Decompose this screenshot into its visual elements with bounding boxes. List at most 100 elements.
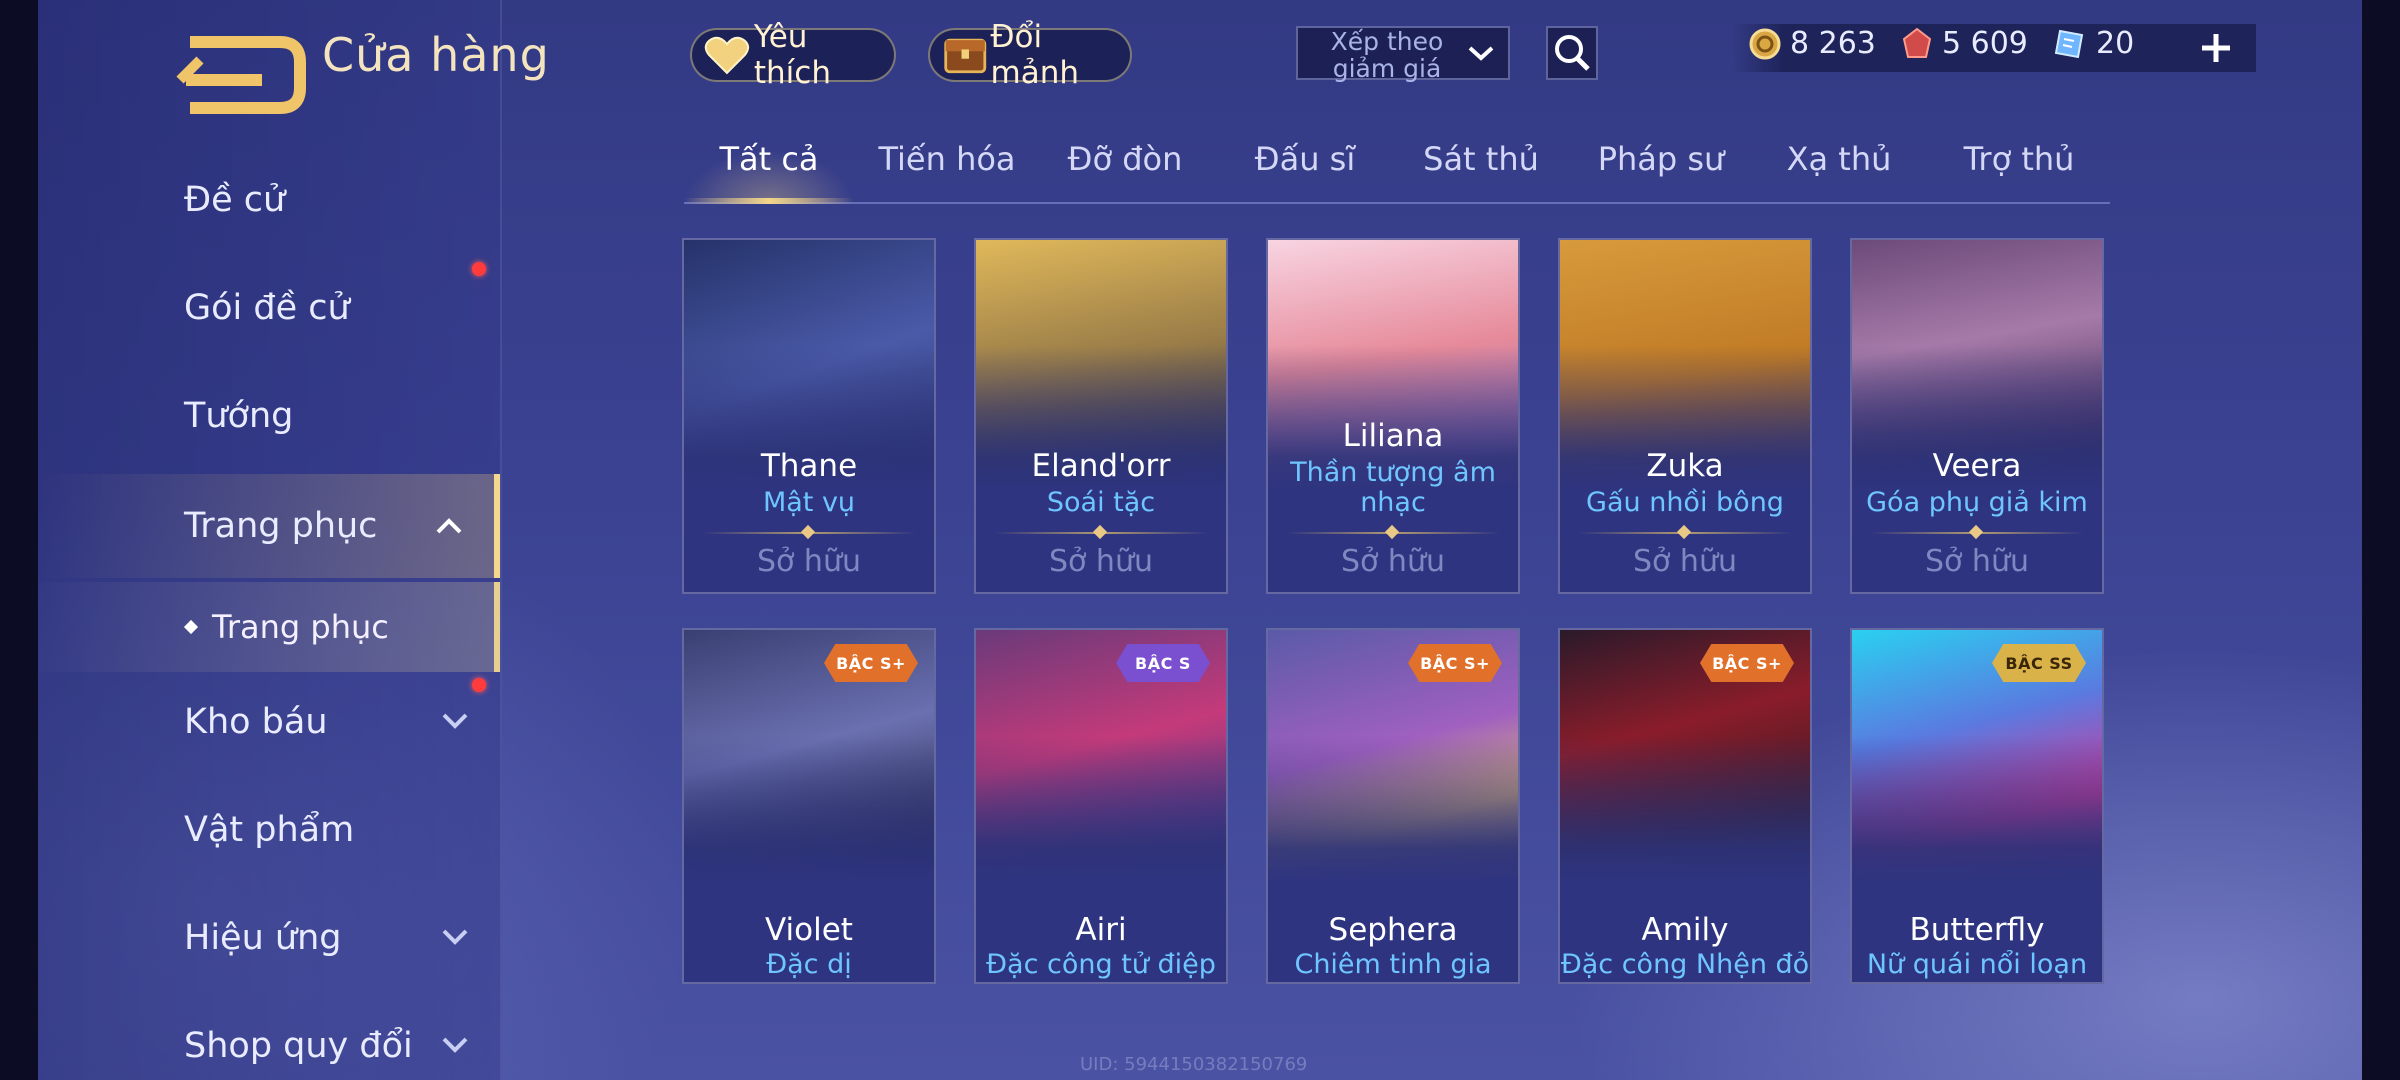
diamond-bullet-icon xyxy=(183,619,199,635)
favorites-label: Yêu thích xyxy=(753,19,831,91)
tab-mage[interactable]: Pháp sư xyxy=(1576,140,1746,204)
skin-card-butterfly[interactable]: BẬC SS Butterfly Nữ quái nổi loạn xyxy=(1850,628,2104,984)
skin-name: Mật vụ xyxy=(762,487,856,518)
card-fade xyxy=(1268,240,1518,592)
card-fade xyxy=(684,240,934,592)
ticket-currency: 20 xyxy=(2052,26,2134,61)
sidebar-item-effects[interactable]: Hiệu ứng xyxy=(38,888,500,988)
hero-name: Veera xyxy=(1932,448,2022,484)
skin-card-elandorr[interactable]: Eland'orr Soái tặc Sở hữu xyxy=(974,238,1228,594)
exchange-shards-label: Đổi mảnh xyxy=(990,19,1080,91)
sort-dropdown[interactable]: Xếp theo giảm giá xyxy=(1296,26,1510,82)
sidebar-item-treasure[interactable]: Kho báu xyxy=(38,672,500,772)
tab-label: Xạ thủ xyxy=(1786,140,1892,178)
skin-name: Góa phụ giả kim xyxy=(1866,487,2088,518)
tab-support[interactable]: Trợ thủ xyxy=(1934,140,2104,204)
tab-assassin[interactable]: Sát thủ xyxy=(1396,140,1566,204)
sidebar-item-label: Trang phục xyxy=(184,506,378,546)
skin-card-violet[interactable]: BẬC S+ Violet Đặc dị xyxy=(682,628,936,984)
tab-label: Sát thủ xyxy=(1423,140,1539,178)
chevron-down-icon xyxy=(442,713,468,729)
skin-name: Nữ quái nổi loạn xyxy=(1866,949,2088,980)
chevron-down-icon xyxy=(442,929,468,945)
hero-name: Butterfly xyxy=(1909,912,2045,948)
gem-currency: 5 609 xyxy=(1900,26,2028,61)
hero-name: Liliana xyxy=(1342,418,1444,454)
tab-tank[interactable]: Đỡ đòn xyxy=(1040,140,1210,204)
hero-name: Amily xyxy=(1641,912,1729,948)
skin-card-veera[interactable]: Veera Góa phụ giả kim Sở hữu xyxy=(1850,238,2104,594)
search-button[interactable] xyxy=(1546,26,1598,80)
skin-name: Gấu nhồi bông xyxy=(1586,487,1784,518)
screen-edge-right xyxy=(2362,0,2400,1080)
tier-badge: BẬC SS xyxy=(1992,644,2086,682)
tier-badge: BẬC S+ xyxy=(1408,644,1502,682)
skin-card-liliana[interactable]: Liliana Thần tượng âm nhạc Sở hữu xyxy=(1266,238,1520,594)
sidebar-item-items[interactable]: Vật phẩm xyxy=(38,780,500,880)
tier-badge: BẬC S+ xyxy=(824,644,918,682)
sidebar-item-heroes[interactable]: Tướng xyxy=(38,366,500,466)
user-id: UID: 5944150382150769 xyxy=(1080,1054,1308,1075)
owned-status: Sở hữu xyxy=(1925,544,2029,579)
blue-ticket-icon xyxy=(2054,29,2084,58)
sidebar-item-label: Hiệu ứng xyxy=(184,918,342,958)
tab-evolution[interactable]: Tiến hóa xyxy=(862,140,1032,204)
back-arrow-icon[interactable] xyxy=(150,30,310,120)
sidebar-item-recommended[interactable]: Đề cử xyxy=(38,150,500,250)
gem-amount: 5 609 xyxy=(1942,26,2028,61)
ticket-amount: 20 xyxy=(2096,26,2135,61)
skin-name: Đặc công Nhện đỏ xyxy=(1560,949,1810,980)
hero-name: Violet xyxy=(765,912,853,948)
tab-label: Đấu sĩ xyxy=(1254,140,1356,178)
owned-status: Sở hữu xyxy=(1049,544,1153,579)
gold-amount: 8 263 xyxy=(1790,26,1876,61)
sidebar-subitem-skins[interactable]: Trang phục xyxy=(38,582,500,672)
sidebar-item-label: Tướng xyxy=(184,396,294,436)
search-icon xyxy=(1555,35,1590,71)
skin-card-sephera[interactable]: BẬC S+ Sephera Chiêm tinh gia xyxy=(1266,628,1520,984)
skin-card-amily[interactable]: BẬC S+ Amily Đặc công Nhện đỏ xyxy=(1558,628,1812,984)
store-screen: Cửa hàng Đề cử Gói đề cử Tướng Trang phụ… xyxy=(0,0,2400,1080)
sidebar-item-label: Đề cử xyxy=(184,180,286,220)
skin-name: Đặc dị xyxy=(766,949,852,980)
hero-name: Zuka xyxy=(1646,448,1724,484)
sidebar-item-label: Gói đề cử xyxy=(184,288,350,328)
tier-badge: BẬC S+ xyxy=(1700,644,1794,682)
tab-label: Đỡ đòn xyxy=(1067,140,1183,178)
tier-badge: BẬC S xyxy=(1116,644,1210,682)
gold-currency: 8 263 xyxy=(1748,26,1876,61)
tab-marksman[interactable]: Xạ thủ xyxy=(1754,140,1924,204)
sidebar-subitem-label: Trang phục xyxy=(212,608,389,646)
treasure-chest-icon xyxy=(944,38,987,74)
sidebar-item-recommended-packs[interactable]: Gói đề cử xyxy=(38,258,500,358)
owned-status: Sở hữu xyxy=(1633,544,1737,579)
owned-status: Sở hữu xyxy=(757,544,861,579)
skin-name: Thần tượng âm nhạc xyxy=(1290,457,1496,518)
notification-dot xyxy=(472,678,486,692)
card-fade xyxy=(976,240,1226,592)
tab-warrior[interactable]: Đấu sĩ xyxy=(1220,140,1390,204)
plus-icon[interactable] xyxy=(2196,24,2236,72)
card-fade xyxy=(1852,240,2102,592)
chevron-down-icon xyxy=(442,1037,468,1053)
tab-label: Pháp sư xyxy=(1597,140,1725,178)
sidebar-item-skins[interactable]: Trang phục xyxy=(38,474,500,578)
red-gem-icon xyxy=(1902,27,1932,58)
favorites-button[interactable]: Yêu thích xyxy=(690,19,896,91)
skin-card-zuka[interactable]: Zuka Gấu nhồi bông Sở hữu xyxy=(1558,238,1812,594)
card-divider xyxy=(1286,524,1500,540)
tab-label: Tất cả xyxy=(719,140,819,178)
chevron-down-icon xyxy=(1468,46,1494,61)
card-fade xyxy=(1560,240,1810,592)
skin-card-airi[interactable]: BẬC S Airi Đặc công tử điệp xyxy=(974,628,1228,984)
skin-card-thane[interactable]: Thane Mật vụ Sở hữu xyxy=(682,238,936,594)
sidebar-item-label: Shop quy đổi xyxy=(184,1026,413,1066)
skin-name: Đặc công tử điệp xyxy=(986,949,1216,980)
tab-active-underline xyxy=(684,198,854,204)
hero-name: Thane xyxy=(760,448,858,484)
sidebar-item-label: Kho báu xyxy=(184,702,328,742)
gold-coin-icon xyxy=(1749,28,1781,59)
exchange-shards-button[interactable]: Đổi mảnh xyxy=(928,19,1132,91)
sidebar-item-exchange-shop[interactable]: Shop quy đổi xyxy=(38,996,500,1080)
tab-all[interactable]: Tất cả xyxy=(684,140,854,204)
